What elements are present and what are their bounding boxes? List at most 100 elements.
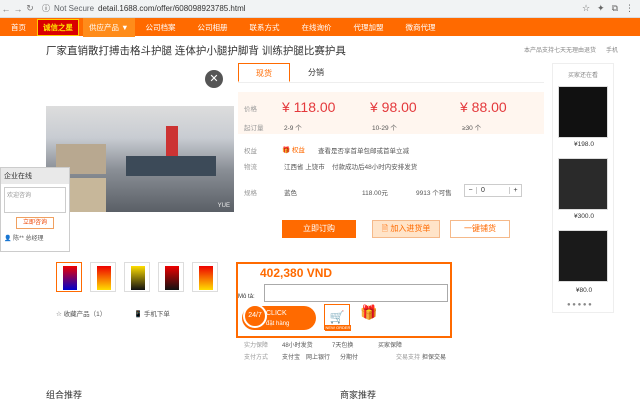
video-frame-shape xyxy=(166,126,178,156)
guarantee-3: 买家保障 xyxy=(378,343,403,349)
combo-section-title: 组合推荐 xyxy=(46,390,83,400)
thumbnail-4[interactable] xyxy=(158,262,184,292)
merchant-section-title: 商家推荐 xyxy=(340,390,377,400)
trade-1: 担保交易 xyxy=(422,355,447,361)
quantity-stepper: − 0 + xyxy=(464,184,522,197)
note-textarea[interactable] xyxy=(264,284,448,302)
qty-label: 起订量 xyxy=(244,125,264,132)
support-badge: 24/7 xyxy=(243,304,267,328)
back-icon[interactable]: ← xyxy=(0,4,12,14)
product-video[interactable]: YUE xyxy=(46,106,234,212)
side-product-2[interactable] xyxy=(558,158,608,210)
payment-label: 支付方式 xyxy=(244,355,269,361)
watermark: YUE xyxy=(217,203,230,209)
spec-price: 118.00元 xyxy=(362,190,388,197)
trade-label: 交易支持 xyxy=(396,355,421,361)
gift-icon[interactable]: 🎁 xyxy=(358,304,380,330)
chat-send-button[interactable]: 立即咨询 xyxy=(16,217,54,229)
add-cart-button[interactable]: 🗎 加入进货单 xyxy=(372,220,440,238)
nav-album[interactable]: 公司相册 xyxy=(187,22,239,33)
offer-tabs: 现货 分销 xyxy=(238,63,544,83)
favorite-label: 收藏产品（1） xyxy=(63,311,107,318)
order-button[interactable]: 立即订购 xyxy=(282,220,356,238)
thumbnail-2[interactable] xyxy=(90,262,116,292)
puzzle-icon[interactable]: ⧉ xyxy=(612,3,618,14)
chat-contact-name: 陈** 总经理 xyxy=(13,236,44,242)
logistics-from: 江西省 上饶市 xyxy=(284,164,325,171)
address-bar[interactable]: ⓘ Not Secure detail.1688.com/offer/60809… xyxy=(42,3,246,14)
thumbnail-1[interactable] xyxy=(56,262,82,292)
boot-shape xyxy=(165,266,179,290)
close-icon[interactable]: ✕ xyxy=(205,70,223,88)
thumbnail-3[interactable] xyxy=(124,262,150,292)
menu-icon[interactable]: ⋮ xyxy=(625,3,634,14)
thumbnail-strip xyxy=(56,262,218,292)
boot-shape xyxy=(199,266,213,290)
nav-home[interactable]: 首页 xyxy=(0,22,37,33)
security-label: Not Secure xyxy=(54,4,95,13)
tab-stock[interactable]: 现货 xyxy=(238,63,290,82)
extension-icon[interactable]: ✦ xyxy=(597,3,605,14)
logistics-value: 付款成功后48小时内安排发货 xyxy=(332,164,418,171)
thumbnail-5[interactable] xyxy=(192,262,218,292)
price-tier-3: ¥ 88.00 xyxy=(460,99,507,115)
payment-2: 网上银行 xyxy=(306,355,331,361)
reload-icon[interactable]: ↻ xyxy=(24,3,36,14)
rights-tag-text: 权益 xyxy=(291,147,305,154)
side-price-1: ¥198.0 xyxy=(574,141,594,148)
buyers-also-view: 买家还在看 ¥198.0 ¥300.0 ¥80.0 ● ● ● ● ● xyxy=(552,63,614,313)
nav-profile[interactable]: 公司档案 xyxy=(135,22,187,33)
nav-inquiry[interactable]: 在线询价 xyxy=(291,22,343,33)
star-icon[interactable]: ☆ xyxy=(582,3,590,14)
one-click-button[interactable]: 一键铺货 xyxy=(450,220,510,238)
qty-tier-3: ≥30 个 xyxy=(462,125,482,132)
favorite-button[interactable]: ☆ 收藏产品（1） xyxy=(56,308,106,318)
cart-icon[interactable]: 🛒 NEW ORDER xyxy=(324,304,351,331)
url-text: detail.1688.com/offer/608098923785.html xyxy=(98,4,246,13)
rights-value[interactable]: 查看是否享首单包邮或首单立减 xyxy=(318,145,409,155)
chat-input[interactable]: 欢迎咨询 xyxy=(4,187,66,213)
minus-icon[interactable]: − xyxy=(465,187,477,194)
browser-toolbar: ← → ↻ ⓘ Not Secure detail.1688.com/offer… xyxy=(0,0,640,18)
side-product-1[interactable] xyxy=(558,86,608,138)
cart-doc-icon: 🗎 xyxy=(381,224,389,233)
product-title: 厂家直销散打搏击格斗护腿 连体护小腿护脚背 训练护腿比赛护具 xyxy=(46,45,346,57)
rights-label: 权益 xyxy=(244,148,257,155)
payment-1: 支付宝 xyxy=(282,355,301,361)
nav-contact[interactable]: 联系方式 xyxy=(239,22,291,33)
nav-agent[interactable]: 代理加盟 xyxy=(343,22,395,33)
chat-contact[interactable]: 👤 陈** 总经理 xyxy=(1,229,69,246)
boot-shape xyxy=(97,266,111,290)
click-order-button[interactable]: 24/7 CLICK đặt hàng xyxy=(242,304,316,330)
boot-shape xyxy=(131,266,145,290)
price-label: 价格 xyxy=(244,106,257,113)
quantity-input[interactable]: 0 xyxy=(477,187,509,194)
qty-tier-2: 10-29 个 xyxy=(372,125,397,132)
chat-header: 企业在线 xyxy=(1,168,69,184)
cart-label: NEW ORDER xyxy=(325,325,351,331)
spec-stock: 9913 个可售 xyxy=(416,190,452,197)
payment-3: 分期付 xyxy=(340,355,359,361)
nav-logo[interactable]: 诚信之星 xyxy=(37,18,79,36)
info-icon[interactable]: ⓘ xyxy=(42,3,50,14)
vnd-order-panel: 402,380 VND Mô tả: 24/7 CLICK đặt hàng 🛒… xyxy=(236,262,452,338)
nav-wechat[interactable]: 微商代理 xyxy=(395,22,447,33)
phone-order-link[interactable]: 📱 手机下单 xyxy=(134,308,170,318)
side-product-3[interactable] xyxy=(558,230,608,282)
plus-icon[interactable]: + xyxy=(509,187,521,194)
guarantee-1: 48小时发货 xyxy=(282,343,313,349)
qty-tier-1: 2-9 个 xyxy=(284,125,302,132)
phone-tip[interactable]: 手机 xyxy=(606,45,618,54)
tab-distribution[interactable]: 分销 xyxy=(290,63,342,82)
spec-label: 规格 xyxy=(244,190,257,197)
forward-icon[interactable]: → xyxy=(12,4,24,14)
boot-shape xyxy=(63,266,77,290)
side-price-3: ¥80.0 xyxy=(575,287,593,294)
vnd-amount: 402,380 VND xyxy=(260,266,333,280)
return-tip: 本产品支持七天无理由退货 xyxy=(524,48,597,54)
shop-nav: 首页 诚信之星 供应产品 ▼ 公司档案 公司相册 联系方式 在线询价 代理加盟 … xyxy=(0,17,640,37)
click-sub: đặt hàng xyxy=(266,321,290,327)
phone-order-label: 手机下单 xyxy=(143,311,170,318)
carousel-dots[interactable]: ● ● ● ● ● xyxy=(567,302,592,308)
nav-products[interactable]: 供应产品 ▼ xyxy=(83,17,135,37)
